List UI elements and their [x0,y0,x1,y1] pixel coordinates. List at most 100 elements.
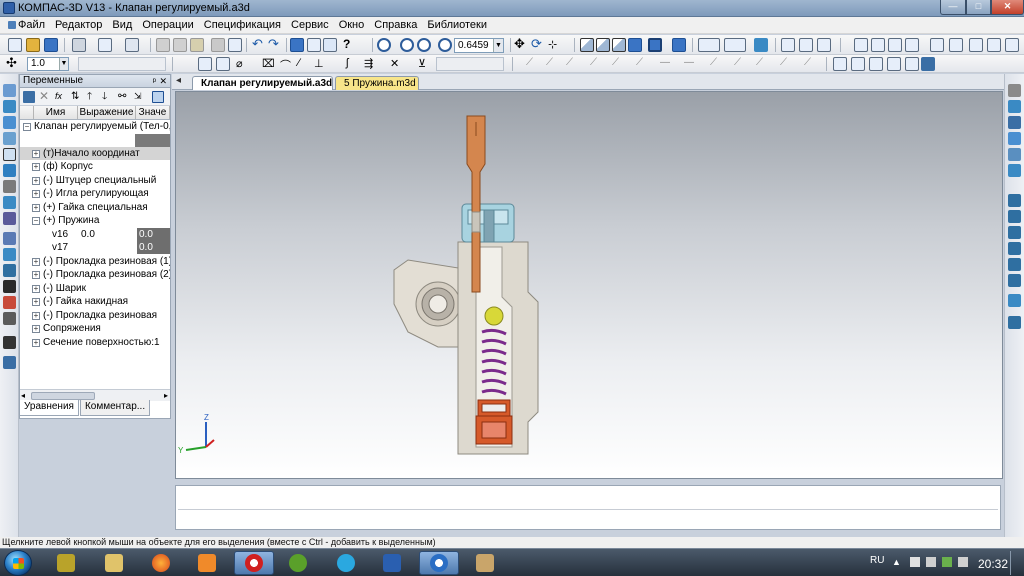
col-value[interactable]: Значе [136,106,170,119]
menu-edit[interactable]: Редактор [51,19,108,31]
sheet-metal-icon[interactable] [3,196,16,209]
routing-icon[interactable] [3,336,16,349]
doc-4-icon[interactable] [887,57,901,71]
open-icon[interactable] [26,38,40,52]
report-tools-icon[interactable] [3,280,16,293]
collapse-icon[interactable]: − [23,123,31,131]
copy-icon[interactable] [173,38,187,52]
tree-row-item[interactable]: − (+) Пружина [20,214,170,228]
zoom-input[interactable]: 0.6459 ▼ [454,38,504,53]
line-style-icon[interactable]: ⟋ [526,57,540,71]
pin-icon[interactable]: ᵖ [153,75,156,87]
save-icon[interactable] [44,38,58,52]
menu-specification[interactable]: Спецификация [200,19,287,31]
tray-arrow-icon[interactable]: ▲ [892,557,902,567]
show-desktop-button[interactable] [1010,551,1020,575]
taskbar-app[interactable] [465,551,505,575]
step-input[interactable]: 1.0 ▼ [27,57,69,71]
offset-icon[interactable]: ⟋ [566,57,580,71]
tab-equations[interactable]: Уравнения [19,400,79,416]
rotate-icon[interactable]: ⟳ [531,37,545,52]
scale-icon[interactable]: ⟋ [756,57,770,71]
tree-row-item[interactable]: + (-) Прокладка резиновая (2) [20,268,170,282]
pan-icon[interactable]: ✥ [514,37,528,52]
menu-operations[interactable]: Операции [138,19,199,31]
properties-icon[interactable] [125,38,139,52]
plane-4-icon[interactable] [1008,242,1021,255]
expand-icon[interactable]: + [32,163,40,171]
chamfer-icon[interactable]: ⟋ [590,57,604,71]
function-icon[interactable]: fx [55,91,67,103]
tree-row-item[interactable]: + (ф) Корпус [20,160,170,174]
doc-3-icon[interactable] [869,57,883,71]
plane-5-icon[interactable] [1008,258,1021,271]
trim-icon[interactable]: ⟋ [636,57,650,71]
cylinder-icon[interactable] [1008,100,1021,113]
fx-icon[interactable] [323,38,337,52]
close-button[interactable]: ✕ [991,0,1024,15]
battery-icon[interactable] [942,557,952,567]
weld-icon[interactable] [3,312,16,325]
arc-icon[interactable]: ⌒ [280,57,294,72]
coord-icon[interactable]: ⊻ [418,57,432,71]
menu-window[interactable]: Окно [335,19,371,31]
assembly-icon[interactable] [3,232,16,245]
lines-icon[interactable]: ⇶ [364,57,378,71]
plane-3-icon[interactable] [1008,226,1021,239]
scroll-thumb[interactable] [31,392,95,400]
specification-icon[interactable] [3,264,16,277]
spec-icon[interactable] [781,38,795,52]
expand-icon[interactable]: + [32,190,40,198]
scroll-left-icon[interactable]: ◂ [21,391,25,400]
print-icon[interactable] [72,38,86,52]
doc-6-icon[interactable] [921,57,935,71]
doc-2-icon[interactable] [851,57,865,71]
manager-icon[interactable] [228,38,242,52]
scroll-right-icon[interactable]: ▸ [164,391,168,400]
plane-1-icon[interactable] [1008,194,1021,207]
surfaces-icon[interactable] [3,116,16,129]
menu-help[interactable]: Справка [370,19,423,31]
col-expression[interactable]: Выражение [78,106,136,119]
expand-icon[interactable]: + [32,203,40,212]
zoom-out-icon[interactable] [417,38,431,52]
measure-icon[interactable] [1005,38,1019,52]
taskbar-app[interactable] [187,551,227,575]
extend-icon[interactable]: — [660,57,674,71]
table-icon[interactable] [854,38,868,52]
tree-icon[interactable] [290,38,304,52]
maximize-button[interactable]: □ [966,0,991,15]
undo-icon[interactable]: ↶ [252,37,266,52]
expand-icon[interactable]: + [32,325,40,333]
doc-1-icon[interactable] [833,57,847,71]
grid-snap-icon[interactable]: ✣ [6,56,20,71]
fillet-icon[interactable]: ⟋ [612,57,626,71]
menu-service[interactable]: Сервис [287,19,335,31]
tree-row-item[interactable]: + (-) Гайка накидная [20,295,170,309]
tree-row-item[interactable]: + (-) Игла регулирующая [20,187,170,201]
help-pointer-icon[interactable]: ? [343,38,357,52]
external-icon[interactable]: ⇲ [134,91,146,103]
expand-icon[interactable]: + [32,284,40,293]
plane-7-icon[interactable] [1008,294,1021,307]
copy-geom-icon[interactable]: ⟋ [734,57,748,71]
filter-icon[interactable] [698,38,720,52]
sweep-icon[interactable] [1008,164,1021,177]
language-indicator[interactable]: RU [870,555,884,566]
extrude-icon[interactable] [1008,116,1021,129]
expand-icon[interactable]: + [32,257,40,266]
tree-row-item[interactable]: + (т)Начало координат [20,146,170,160]
break-icon[interactable]: — [684,57,698,71]
library-icon[interactable] [817,38,831,52]
sheet-icon[interactable] [969,38,983,52]
start-button[interactable] [4,550,32,576]
mates-icon[interactable] [3,248,16,261]
expand-icon[interactable]: + [32,338,40,347]
new-icon[interactable] [8,38,22,52]
lock-icon[interactable] [1008,84,1021,97]
style-field[interactable] [78,57,166,71]
sort-icon[interactable]: ⇅ [71,91,83,103]
tree-row-item[interactable]: + (+) Гайка специальная [20,201,170,215]
cursor-icon[interactable]: ✕ [390,57,404,71]
clock[interactable]: 20:32 [978,557,1008,571]
